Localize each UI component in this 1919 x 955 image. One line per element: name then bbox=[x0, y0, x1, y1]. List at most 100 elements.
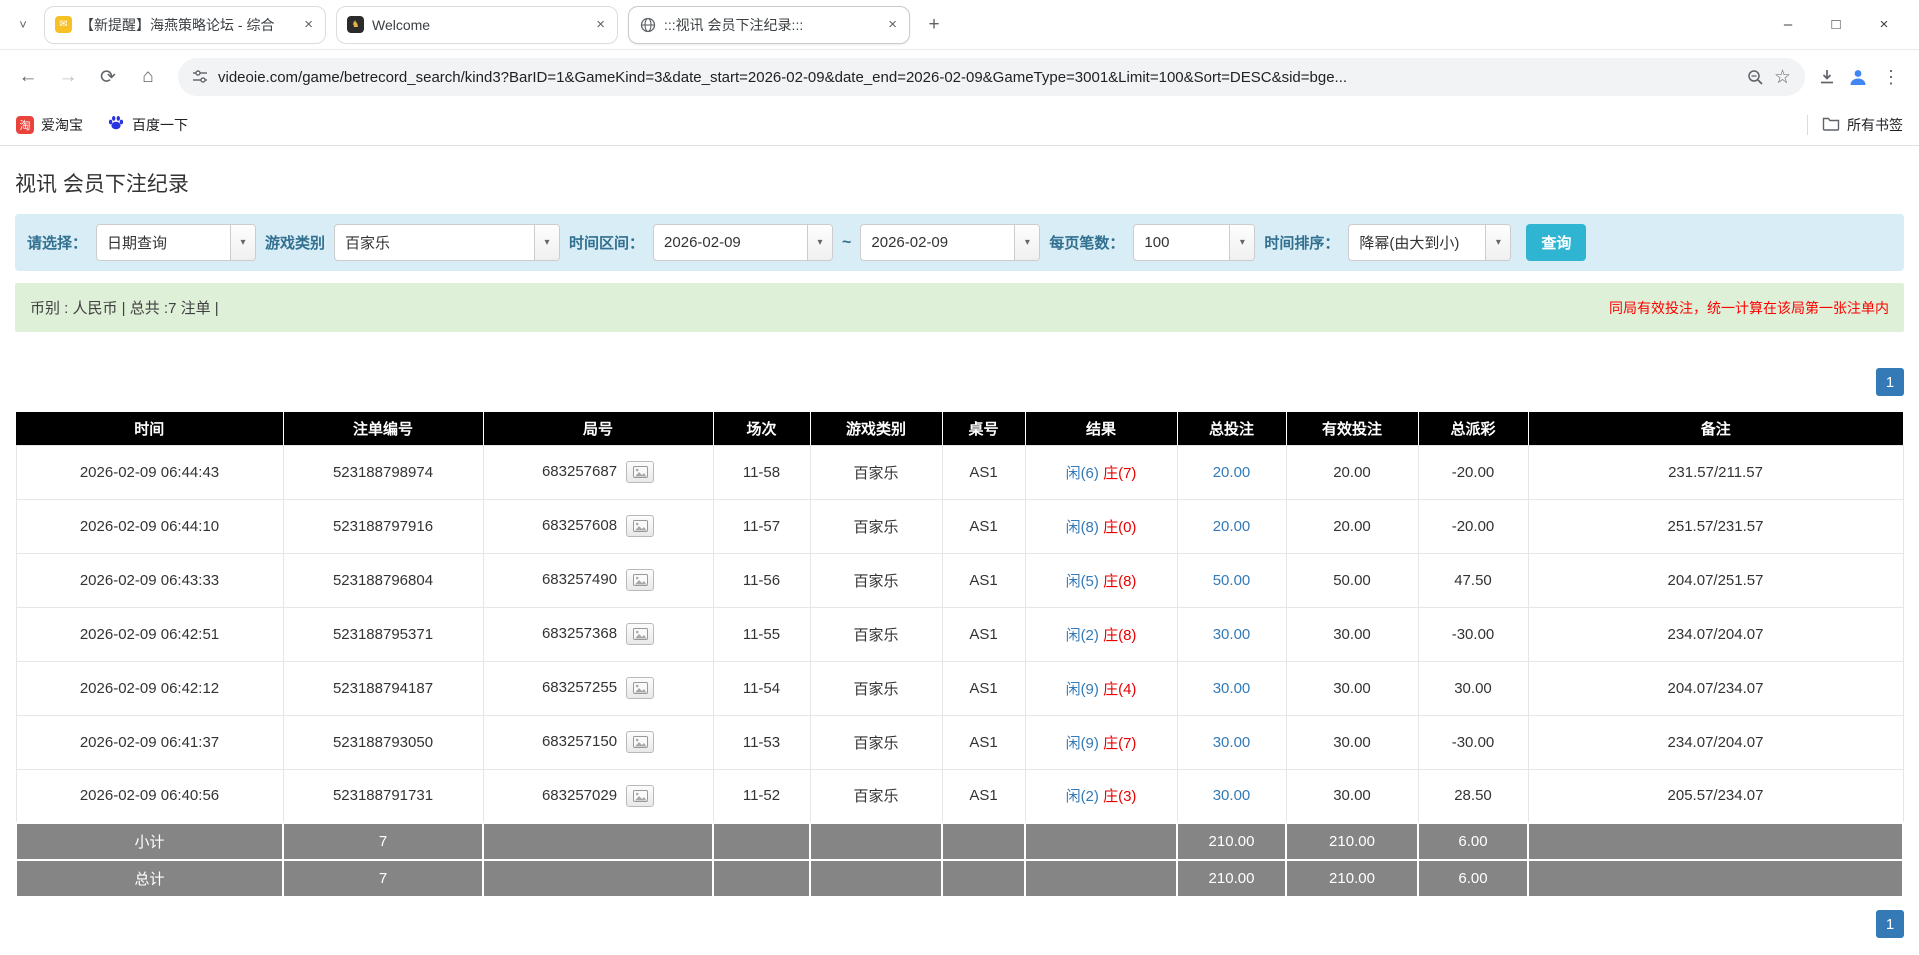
chevron-down-icon[interactable]: ▾ bbox=[1229, 225, 1255, 260]
round-image-button[interactable] bbox=[626, 623, 655, 645]
total-bet-link[interactable]: 30.00 bbox=[1213, 626, 1251, 643]
round-image-button[interactable] bbox=[626, 731, 655, 753]
round-number: 683257255 bbox=[541, 678, 618, 696]
per-page-select[interactable]: 100 ▾ bbox=[1133, 224, 1256, 261]
chevron-down-icon[interactable]: ▾ bbox=[1014, 225, 1040, 260]
tab-search-icon[interactable]: ˅ bbox=[10, 12, 36, 38]
cell-time: 2026-02-09 06:44:43 bbox=[15, 444, 284, 500]
chevron-down-icon[interactable]: ▾ bbox=[1485, 225, 1511, 260]
home-button[interactable]: ⌂ bbox=[130, 59, 166, 95]
col-bet-id: 注单编号 bbox=[283, 412, 484, 445]
subtotal-count: 7 bbox=[282, 822, 484, 861]
date-end-select[interactable]: 2026-02-09 ▾ bbox=[860, 224, 1041, 261]
col-table: 桌号 bbox=[942, 412, 1026, 445]
result-banker: 庄(7) bbox=[1103, 464, 1137, 482]
chevron-down-icon[interactable]: ▾ bbox=[230, 225, 256, 260]
all-bookmarks-label: 所有书签 bbox=[1847, 116, 1903, 133]
round-image-button[interactable] bbox=[626, 677, 655, 699]
bet-table-body: 2026-02-09 06:44:43 523188798974 6832576… bbox=[15, 444, 1904, 824]
tab-close-icon[interactable]: × bbox=[886, 16, 899, 33]
page-1-button[interactable]: 1 bbox=[1876, 368, 1904, 396]
table-row: 2026-02-09 06:42:51 523188795371 6832573… bbox=[15, 606, 1904, 662]
downloads-icon[interactable] bbox=[1817, 67, 1837, 87]
cell-result: 闲(6) 庄(7) bbox=[1024, 444, 1178, 500]
cell-bet-id: 523188797916 bbox=[282, 498, 484, 554]
cell-session: 11-54 bbox=[712, 660, 811, 716]
total-bet-link[interactable]: 30.00 bbox=[1213, 734, 1251, 751]
url-text[interactable]: videoie.com/game/betrecord_search/kind3?… bbox=[218, 69, 1737, 86]
sort-label: 时间排序： bbox=[1264, 235, 1340, 252]
search-button[interactable]: 查询 bbox=[1526, 224, 1587, 261]
cell-session: 11-55 bbox=[712, 606, 811, 662]
bookmark-taobao[interactable]: 淘 爱淘宝 bbox=[16, 115, 83, 135]
total-bet-link[interactable]: 30.00 bbox=[1213, 787, 1251, 804]
round-image-button[interactable] bbox=[626, 461, 655, 483]
subtotal-label: 小计 bbox=[15, 822, 284, 861]
cell-game: 百家乐 bbox=[809, 552, 943, 608]
round-number: 683257150 bbox=[541, 732, 618, 750]
cell-bet-id: 523188794187 bbox=[282, 660, 484, 716]
result-player: 闲(2) bbox=[1065, 788, 1099, 806]
tab-forum[interactable]: ✉ 【新提醒】海燕策略论坛 - 综合 × bbox=[44, 5, 326, 44]
profile-avatar-icon[interactable] bbox=[1847, 66, 1869, 88]
page-1-button[interactable]: 1 bbox=[1876, 910, 1904, 938]
date-start-select[interactable]: 2026-02-09 ▾ bbox=[653, 224, 834, 261]
table-row: 2026-02-09 06:41:37 523188793050 6832571… bbox=[15, 714, 1904, 770]
result-player: 闲(5) bbox=[1065, 572, 1099, 590]
total-bet-link[interactable]: 50.00 bbox=[1213, 572, 1251, 589]
round-number: 683257687 bbox=[541, 462, 618, 480]
minimize-button[interactable]: – bbox=[1777, 16, 1799, 33]
site-settings-icon[interactable] bbox=[192, 69, 208, 85]
zoom-icon[interactable] bbox=[1747, 69, 1764, 86]
cell-payout: 30.00 bbox=[1417, 660, 1529, 716]
game-type-select[interactable]: 百家乐 ▾ bbox=[334, 224, 561, 261]
tab-close-icon[interactable]: × bbox=[302, 16, 315, 33]
cell-result: 闲(2) 庄(3) bbox=[1024, 768, 1178, 824]
tab-title: 【新提醒】海燕策略论坛 - 综合 bbox=[80, 16, 275, 33]
round-number: 683257608 bbox=[541, 516, 618, 534]
result-player: 闲(6) bbox=[1065, 464, 1099, 482]
col-payout: 总派彩 bbox=[1418, 412, 1529, 445]
tab-welcome[interactable]: ♞ Welcome × bbox=[336, 5, 618, 44]
cell-total-bet: 30.00 bbox=[1176, 606, 1287, 662]
pagination-top: 1 bbox=[15, 368, 1904, 396]
tab-bet-records[interactable]: :::视讯 会员下注纪录::: × bbox=[628, 5, 910, 44]
bookmark-star-icon[interactable]: ☆ bbox=[1774, 66, 1791, 89]
cell-bet-id: 523188795371 bbox=[282, 606, 484, 662]
all-bookmarks-button[interactable]: 所有书签 bbox=[1822, 115, 1903, 135]
new-tab-button[interactable]: + bbox=[920, 11, 948, 39]
total-label: 总计 bbox=[15, 859, 284, 898]
date-range-label: 时间区间： bbox=[569, 235, 645, 252]
date-range-separator: ~ bbox=[842, 233, 852, 251]
chevron-down-icon[interactable]: ▾ bbox=[534, 225, 560, 260]
reload-button[interactable]: ⟳ bbox=[90, 59, 126, 95]
summary-bar: 币别 : 人民币 | 总共 :7 注单 | 同局有效投注，统一计算在该局第一张注… bbox=[15, 283, 1904, 332]
round-image-button[interactable] bbox=[626, 784, 655, 807]
total-bet-link[interactable]: 20.00 bbox=[1213, 464, 1251, 481]
tab-strip: ˅ ✉ 【新提醒】海燕策略论坛 - 综合 × ♞ Welcome × :::视讯… bbox=[0, 0, 1919, 50]
round-number: 683257368 bbox=[541, 624, 618, 642]
total-bet-link[interactable]: 20.00 bbox=[1213, 518, 1251, 535]
browser-menu-icon[interactable]: ⋮ bbox=[1879, 67, 1903, 88]
col-valid-bet: 有效投注 bbox=[1286, 412, 1419, 445]
result-banker: 庄(3) bbox=[1103, 788, 1137, 806]
subtotal-valid-bet: 210.00 bbox=[1285, 822, 1419, 861]
round-image-button[interactable] bbox=[626, 569, 655, 591]
query-type-select[interactable]: 日期查询 ▾ bbox=[96, 224, 257, 261]
cell-round: 683257608 bbox=[482, 498, 714, 554]
result-player: 闲(9) bbox=[1065, 680, 1099, 698]
page-title: 视讯 会员下注纪录 bbox=[15, 173, 189, 196]
back-button[interactable]: ← bbox=[10, 59, 46, 95]
total-bet-link[interactable]: 30.00 bbox=[1213, 680, 1251, 697]
round-image-button[interactable] bbox=[626, 515, 655, 537]
close-window-button[interactable]: × bbox=[1873, 16, 1895, 33]
cell-valid-bet: 50.00 bbox=[1285, 552, 1419, 608]
sort-select[interactable]: 降幂(由大到小) ▾ bbox=[1348, 224, 1512, 261]
tab-close-icon[interactable]: × bbox=[594, 16, 607, 33]
maximize-button[interactable]: □ bbox=[1825, 16, 1847, 33]
forward-button[interactable]: → bbox=[50, 59, 86, 95]
bookmark-baidu[interactable]: 百度一下 bbox=[107, 114, 188, 135]
game-type-value: 百家乐 bbox=[345, 235, 391, 252]
chevron-down-icon[interactable]: ▾ bbox=[807, 225, 833, 260]
url-bar[interactable]: videoie.com/game/betrecord_search/kind3?… bbox=[178, 58, 1805, 96]
